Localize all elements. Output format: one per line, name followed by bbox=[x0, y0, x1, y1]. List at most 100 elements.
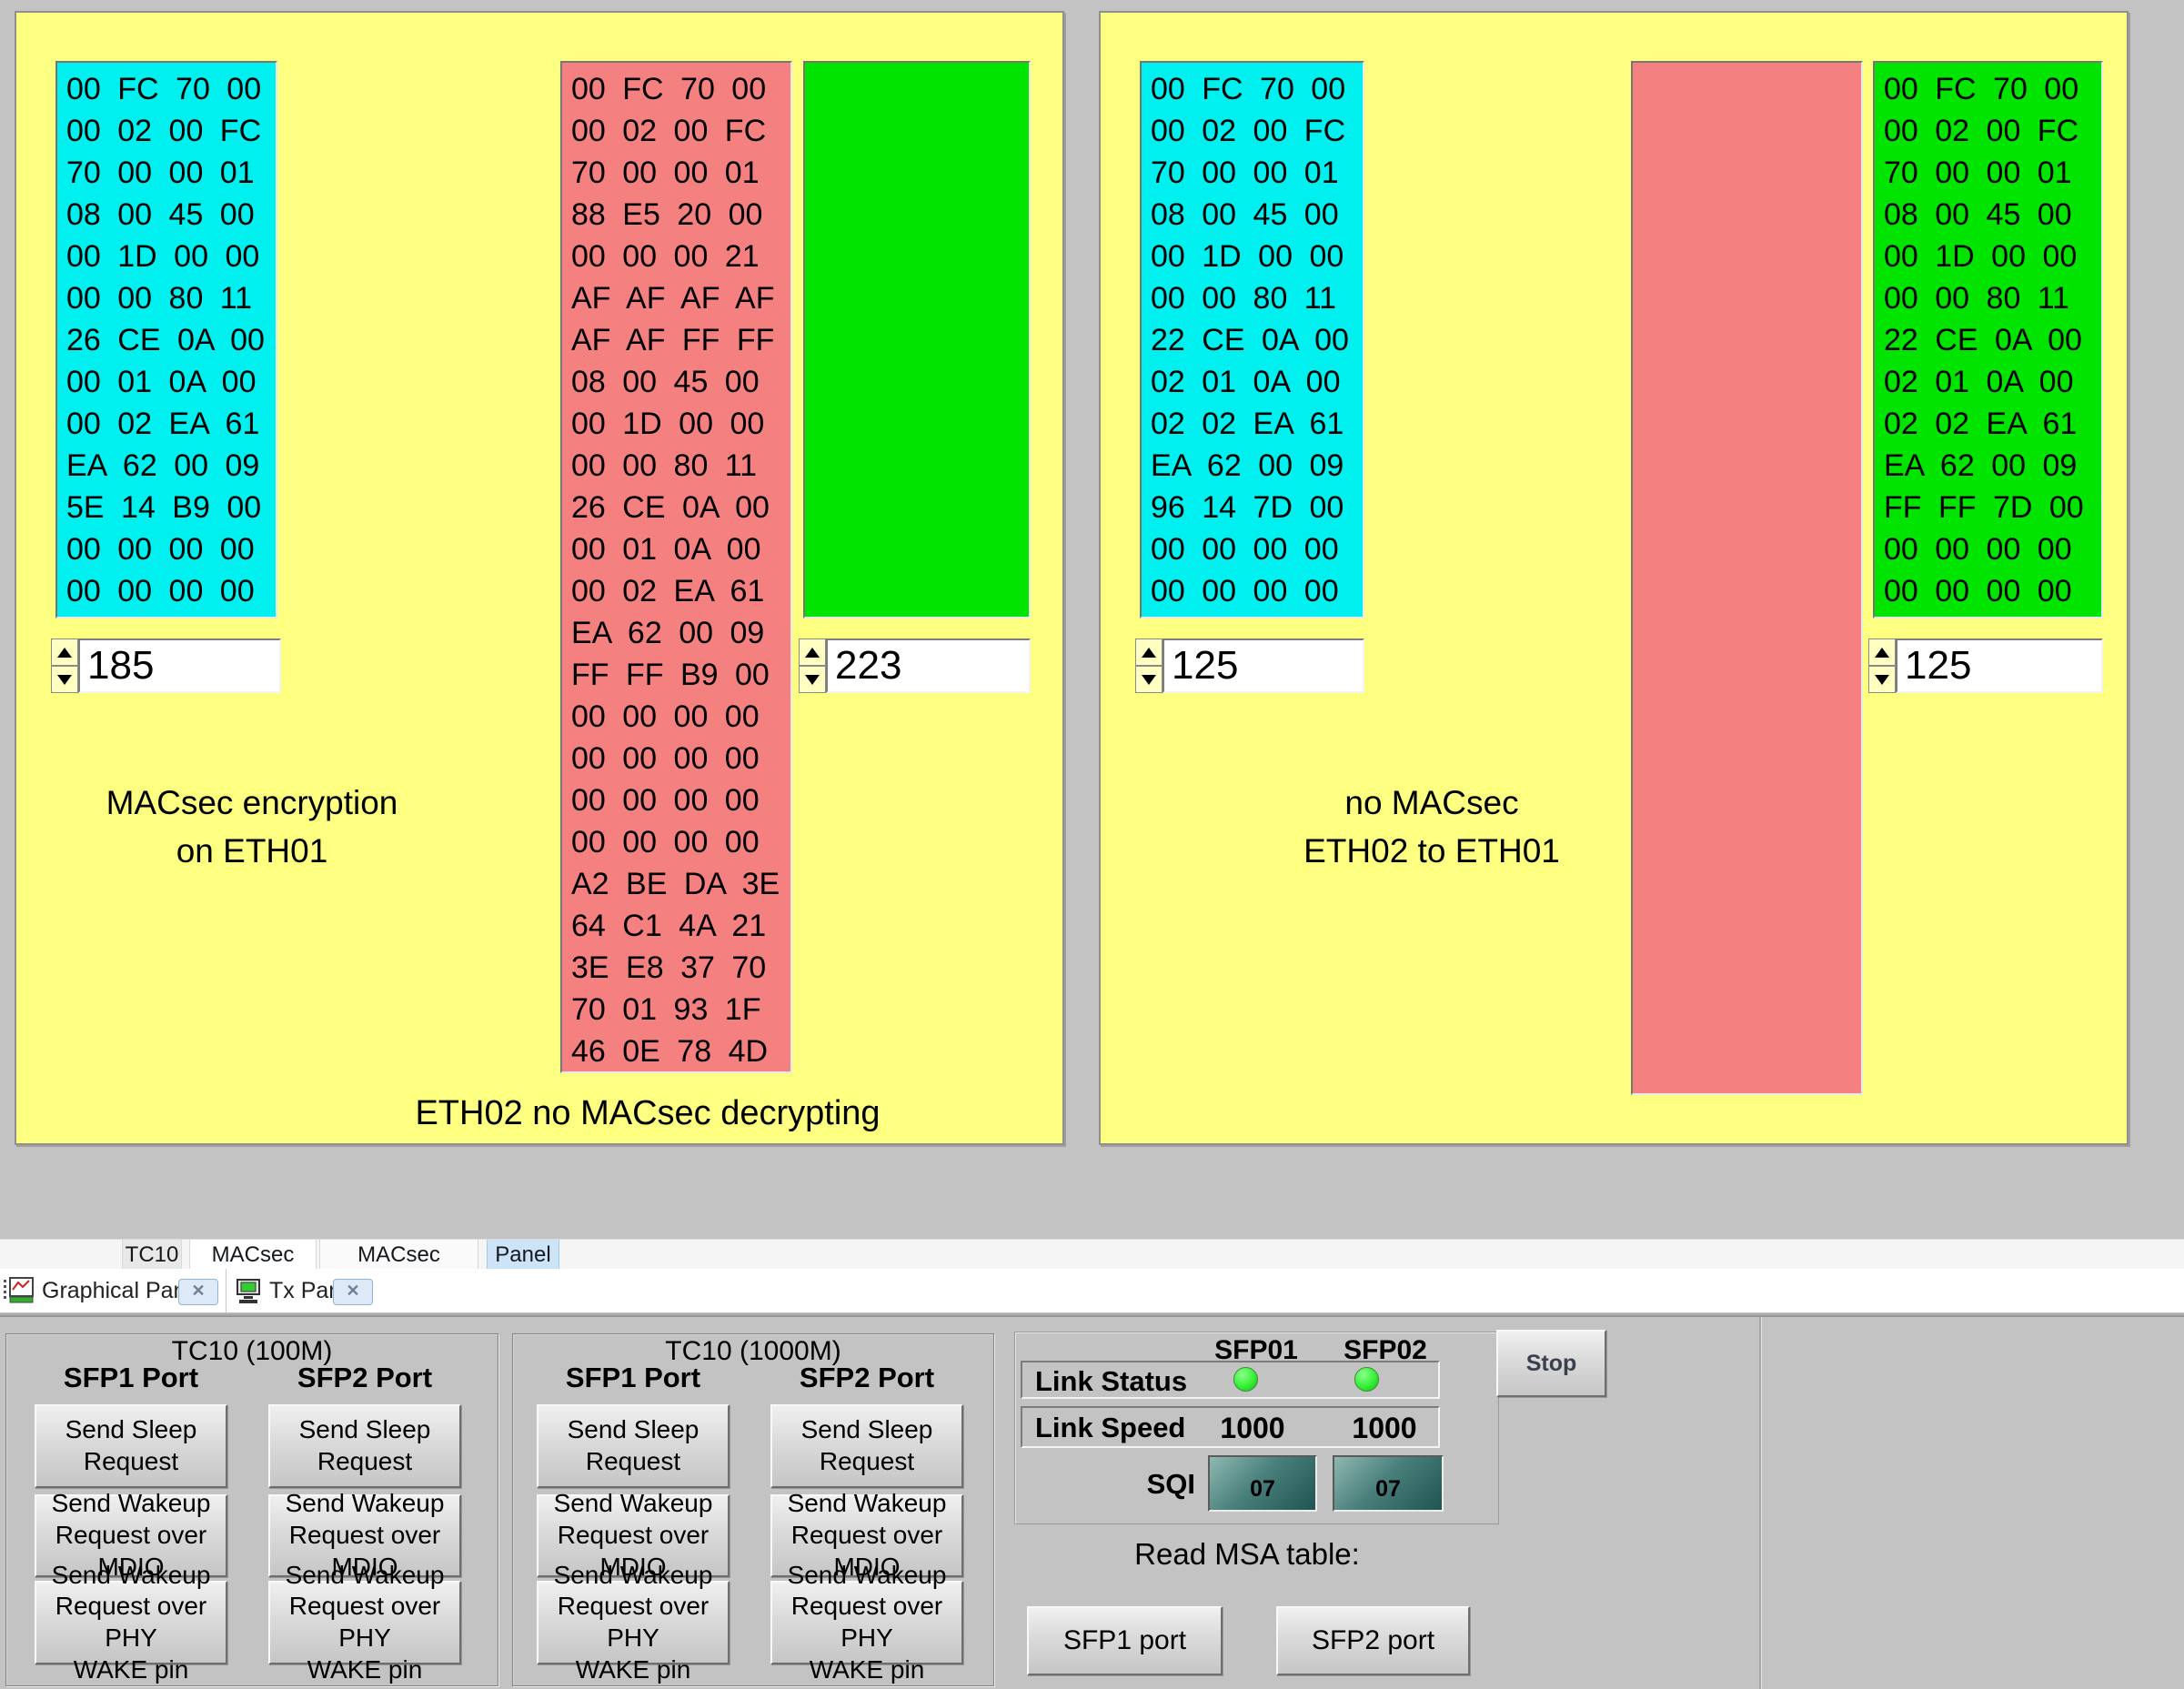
eth02-tx-hex-dump[interactable]: 00 FC 70 0000 02 00 FC70 00 00 0108 00 4… bbox=[1140, 61, 1364, 618]
spin-down-button[interactable] bbox=[1868, 666, 1896, 693]
hex-row: 46 0E 78 4D bbox=[571, 1030, 790, 1072]
send-wakeup-phy-wake-button[interactable]: Send Wakeup Request over PHY WAKE pin bbox=[537, 1581, 730, 1664]
eth02-byte-count-spinner[interactable]: 223 bbox=[799, 638, 1031, 693]
eth01-byte-count-field[interactable]: 185 bbox=[78, 638, 281, 693]
spin-up-button[interactable] bbox=[51, 638, 78, 666]
hex-row: EA 62 00 09 bbox=[571, 612, 790, 654]
macsec-encryption-panel: 00 FC 70 0000 02 00 FC70 00 00 0108 00 4… bbox=[15, 11, 1064, 1145]
hex-row: 00 00 80 11 bbox=[66, 277, 276, 319]
send-sleep-request-button[interactable]: Send Sleep Request bbox=[268, 1404, 461, 1488]
read-msa-table-label: Read MSA table: bbox=[1111, 1537, 1384, 1572]
spin-down-button[interactable] bbox=[51, 666, 78, 693]
link-status-label: Link Status bbox=[1035, 1365, 1187, 1398]
sfp02-sqi-indicator: 07 bbox=[1333, 1455, 1444, 1512]
tab-tc10[interactable]: TC10 bbox=[122, 1240, 182, 1270]
no-macsec-caption: no MACsec ETH02 to ETH01 bbox=[1159, 779, 1705, 875]
hex-row: AF AF FF FF bbox=[571, 319, 790, 361]
eth01-rx-count-field[interactable]: 125 bbox=[1896, 638, 2103, 693]
spin-up-button[interactable] bbox=[1135, 638, 1162, 666]
hex-row: 00 02 00 FC bbox=[1151, 110, 1363, 152]
tab-macsec-panel[interactable]: MACsec Panel bbox=[189, 1240, 317, 1270]
msa-sfp1-port-button[interactable]: SFP1 port bbox=[1027, 1606, 1223, 1675]
send-wakeup-phy-wake-button[interactable]: Send Wakeup Request over PHY WAKE pin bbox=[770, 1581, 963, 1664]
hex-row: 3E E8 37 70 bbox=[571, 947, 790, 989]
hex-row: 08 00 45 00 bbox=[1884, 194, 2101, 236]
sfp1-port-header: SFP1 Port bbox=[537, 1362, 730, 1394]
spinner-arrows bbox=[1135, 638, 1162, 693]
close-icon[interactable]: ✕ bbox=[178, 1279, 218, 1305]
stop-button[interactable]: Stop bbox=[1496, 1330, 1606, 1397]
sfp01-sqi-indicator: 07 bbox=[1208, 1455, 1317, 1512]
spinner-arrows bbox=[799, 638, 826, 693]
send-wakeup-phy-wake-button[interactable]: Send Wakeup Request over PHY WAKE pin bbox=[268, 1581, 461, 1664]
spin-up-button[interactable] bbox=[799, 638, 826, 666]
eth02-byte-count-field[interactable]: 223 bbox=[826, 638, 1031, 693]
decrypt-hex-dump-empty[interactable] bbox=[1631, 61, 1863, 1095]
eth02-tx-count-spinner[interactable]: 125 bbox=[1135, 638, 1364, 693]
sqi-value: 07 bbox=[1375, 1476, 1401, 1503]
spin-down-button[interactable] bbox=[799, 666, 826, 693]
send-sleep-request-button[interactable]: Send Sleep Request bbox=[35, 1404, 227, 1488]
spinner-arrows bbox=[51, 638, 78, 693]
send-sleep-request-button[interactable]: Send Sleep Request bbox=[537, 1404, 730, 1488]
eth02-tx-count-field[interactable]: 125 bbox=[1162, 638, 1364, 693]
macsec-test-screen: 00 FC 70 0000 02 00 FC70 00 00 0108 00 4… bbox=[0, 0, 2184, 1689]
hex-row: 00 00 00 00 bbox=[1884, 570, 2101, 612]
arrow-up-icon bbox=[1875, 648, 1889, 658]
sfp02-link-led bbox=[1354, 1367, 1379, 1392]
sqi-label: SQI bbox=[1119, 1468, 1195, 1501]
bottom-pane-divider bbox=[1759, 1317, 1761, 1689]
hex-row: 00 02 00 FC bbox=[66, 110, 276, 152]
tab-macsec-description[interactable]: MACsec Description bbox=[319, 1240, 478, 1270]
send-sleep-request-button[interactable]: Send Sleep Request bbox=[770, 1404, 963, 1488]
hex-row: EA 62 00 09 bbox=[66, 445, 276, 487]
hex-row: 00 00 00 00 bbox=[1151, 528, 1363, 570]
hex-row: 70 00 00 01 bbox=[1884, 152, 2101, 194]
bottom-separator bbox=[0, 1312, 2184, 1317]
hex-row: 00 1D 00 00 bbox=[1884, 236, 2101, 277]
msa-sfp2-port-button[interactable]: SFP2 port bbox=[1276, 1606, 1470, 1675]
hex-row: 00 1D 00 00 bbox=[571, 403, 790, 445]
hex-row: 70 00 00 01 bbox=[66, 152, 276, 194]
eth01-result-hex-dump-empty[interactable] bbox=[803, 61, 1031, 618]
eth01-byte-count-spinner[interactable]: 185 bbox=[51, 638, 281, 693]
hex-row: 00 00 80 11 bbox=[1884, 277, 2101, 319]
arrow-up-icon bbox=[805, 648, 820, 658]
hex-row: 00 00 00 21 bbox=[571, 236, 790, 277]
close-icon[interactable]: ✕ bbox=[333, 1279, 373, 1305]
hex-row: 00 1D 00 00 bbox=[66, 236, 276, 277]
sfp02-link-speed-value: 1000 bbox=[1325, 1412, 1444, 1445]
macsec-encryption-caption: MACsec encryption on ETH01 bbox=[38, 779, 466, 875]
hex-row: 00 02 00 FC bbox=[1884, 110, 2101, 152]
sfp01-link-led bbox=[1233, 1367, 1258, 1392]
sfp2-port-header: SFP2 Port bbox=[268, 1362, 461, 1394]
hex-row: 00 00 00 00 bbox=[1151, 570, 1363, 612]
hex-row: 00 00 00 00 bbox=[66, 570, 276, 612]
spin-down-button[interactable] bbox=[1135, 666, 1162, 693]
tx-panel-icon bbox=[235, 1278, 262, 1310]
hex-row: EA 62 00 09 bbox=[1151, 445, 1363, 487]
hex-row: 00 00 80 11 bbox=[571, 445, 790, 487]
hex-row: 00 FC 70 00 bbox=[571, 68, 790, 110]
send-wakeup-phy-wake-button[interactable]: Send Wakeup Request over PHY WAKE pin bbox=[35, 1581, 227, 1664]
hex-row: 00 01 0A 00 bbox=[571, 528, 790, 570]
eth02-decrypted-hex-dump[interactable]: 00 FC 70 0000 02 00 FC70 00 00 0188 E5 2… bbox=[560, 61, 792, 1073]
eth01-rx-hex-dump[interactable]: 00 FC 70 0000 02 00 FC70 00 00 0108 00 4… bbox=[1873, 61, 2103, 618]
hex-row: 08 00 45 00 bbox=[1151, 194, 1363, 236]
spin-up-button[interactable] bbox=[1868, 638, 1896, 666]
panel-tab-bar: TC10 MACsec Panel MACsec Description Pan… bbox=[0, 1239, 2184, 1271]
hex-row: 26 CE 0A 00 bbox=[571, 487, 790, 528]
hex-row: 70 00 00 01 bbox=[1151, 152, 1363, 194]
hex-row: 00 02 EA 61 bbox=[66, 403, 276, 445]
hex-row: 02 01 0A 00 bbox=[1151, 361, 1363, 403]
hex-row: 00 00 00 00 bbox=[571, 696, 790, 738]
sfp1-port-header: SFP1 Port bbox=[35, 1362, 227, 1394]
tc10-1000m-group: TC10 (1000M) SFP1 Port SFP2 Port Send Sl… bbox=[512, 1333, 994, 1686]
eth01-encrypted-hex-dump[interactable]: 00 FC 70 0000 02 00 FC70 00 00 0108 00 4… bbox=[55, 61, 277, 618]
hex-row: 88 E5 20 00 bbox=[571, 194, 790, 236]
eth01-rx-count-spinner[interactable]: 125 bbox=[1868, 638, 2103, 693]
tab-panel-2[interactable]: Panel 2 bbox=[487, 1240, 559, 1270]
tc10-100m-group: TC10 (100M) SFP1 Port SFP2 Port Send Sle… bbox=[5, 1333, 498, 1686]
hex-row: 64 C1 4A 21 bbox=[571, 905, 790, 947]
graphical-panels-icon bbox=[4, 1277, 35, 1309]
